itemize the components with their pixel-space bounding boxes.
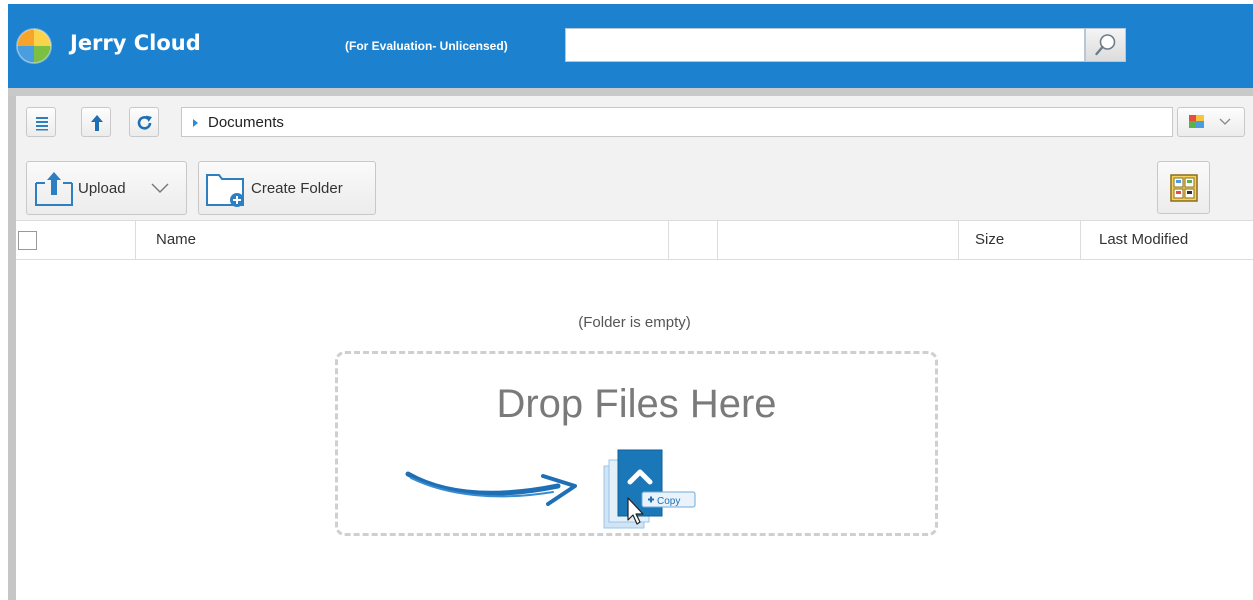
search-input[interactable]: [565, 28, 1085, 62]
create-folder-button[interactable]: Create Folder: [198, 161, 376, 215]
chevron-down-icon[interactable]: [149, 180, 171, 196]
drag-arrow-icon: [405, 471, 577, 506]
license-notice: (For Evaluation- Unlicensed): [345, 39, 508, 53]
copy-badge-label: Copy: [657, 496, 680, 507]
thumbnail-view-button[interactable]: [1157, 161, 1210, 214]
app-header: Jerry Cloud (For Evaluation- Unlicensed): [8, 4, 1253, 88]
column-last-modified[interactable]: Last Modified: [1080, 221, 1253, 259]
search-icon: [1095, 34, 1116, 56]
app-logo-icon: [17, 29, 51, 63]
column-icon[interactable]: [668, 221, 717, 259]
breadcrumb[interactable]: Documents: [181, 107, 1173, 137]
menu-icon: [36, 117, 48, 131]
drop-zone[interactable]: Drop Files Here Copy: [335, 351, 938, 536]
select-all-checkbox[interactable]: [18, 231, 37, 250]
upload-button[interactable]: Upload: [26, 161, 187, 215]
file-drag-icon: Copy: [603, 449, 696, 529]
column-description[interactable]: [717, 221, 958, 259]
upload-icon: [35, 172, 73, 206]
search-button[interactable]: [1085, 28, 1126, 62]
empty-folder-message: (Folder is empty): [578, 314, 691, 331]
thumbnails-icon: [1170, 174, 1198, 202]
view-mode-dropdown[interactable]: [1177, 107, 1245, 137]
toolbar: Documents Upload Create Folder: [16, 96, 1253, 221]
file-table-header: Name Size Last Modified: [16, 221, 1253, 260]
create-folder-label: Create Folder: [251, 180, 343, 197]
file-browser-panel: Documents Upload Create Folder Name Size…: [8, 96, 1253, 600]
refresh-button[interactable]: [129, 107, 159, 137]
drop-zone-title: Drop Files Here: [496, 382, 777, 426]
up-folder-button[interactable]: [81, 107, 111, 137]
up-arrow-icon: [91, 115, 103, 131]
upload-label: Upload: [78, 180, 126, 197]
header-separator: [8, 88, 1253, 96]
menu-button[interactable]: [26, 107, 56, 137]
new-folder-icon: [206, 174, 244, 207]
column-name[interactable]: Name: [135, 221, 668, 259]
breadcrumb-current-folder[interactable]: Documents: [208, 114, 284, 131]
refresh-icon: [137, 115, 152, 130]
app-title: Jerry Cloud: [70, 31, 201, 55]
column-size[interactable]: Size: [958, 221, 1080, 259]
view-mode-icon: [1189, 115, 1231, 128]
breadcrumb-arrow-icon: [193, 119, 198, 127]
